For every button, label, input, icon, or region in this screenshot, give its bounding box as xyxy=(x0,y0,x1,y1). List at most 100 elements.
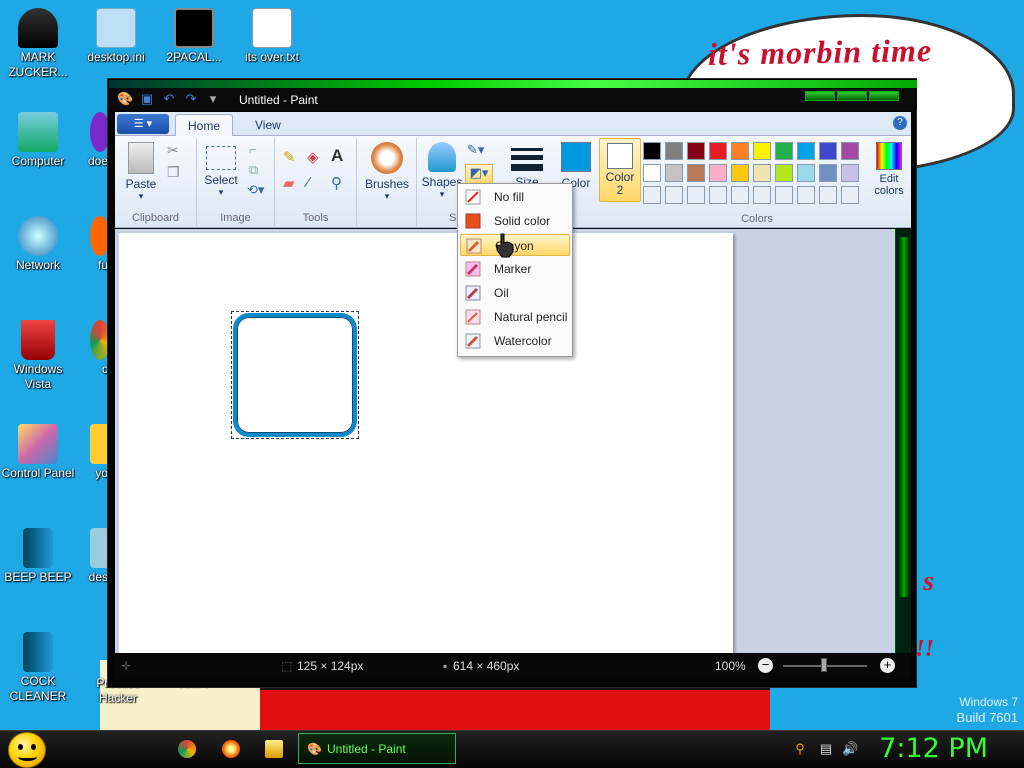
select-icon xyxy=(206,146,236,170)
menu-item-natural-pencil[interactable]: Natural pencil xyxy=(460,306,570,328)
shape-selection-box[interactable] xyxy=(231,311,359,439)
zoom-slider-thumb[interactable] xyxy=(821,658,827,672)
rotate-icon[interactable]: ⟲▾ xyxy=(247,182,264,198)
save-icon[interactable]: ▣ xyxy=(139,91,155,107)
desktop-icon-2pacal[interactable]: 2PACAL... xyxy=(156,8,232,65)
scroll-thumb[interactable] xyxy=(899,237,909,597)
palette-swatch[interactable] xyxy=(665,164,683,182)
desktop-icon-mark-zucker[interactable]: MARK ZUCKER... xyxy=(0,8,76,80)
vertical-scrollbar[interactable] xyxy=(895,229,911,661)
fill-bucket-icon[interactable]: ◈ xyxy=(307,148,319,166)
desktop-icon-cock-cleaner[interactable]: COCK CLEANER xyxy=(0,632,76,704)
palette-swatch[interactable] xyxy=(665,142,683,160)
eraser-icon[interactable]: ▰ xyxy=(283,174,295,192)
palette-swatch[interactable] xyxy=(687,164,705,182)
redo-icon[interactable]: ↷ xyxy=(183,91,199,107)
select-button[interactable]: Select ▾ xyxy=(201,146,241,198)
network-tray-icon[interactable]: ▤ xyxy=(818,741,834,757)
palette-swatch[interactable] xyxy=(709,164,727,182)
tools-label: Tools xyxy=(302,212,329,224)
palette-swatch[interactable] xyxy=(709,142,727,160)
menu-item-solid-color[interactable]: Solid color xyxy=(460,210,570,232)
palette-swatch[interactable] xyxy=(731,142,749,160)
tab-home[interactable]: Home xyxy=(175,114,234,136)
palette-swatch[interactable] xyxy=(643,164,661,182)
palette-swatch[interactable] xyxy=(841,142,859,160)
firefox-icon[interactable] xyxy=(222,740,240,758)
palette-swatch[interactable] xyxy=(819,142,837,160)
resize-icon[interactable]: ⧉ xyxy=(249,162,258,178)
close-button[interactable] xyxy=(869,91,899,101)
customize-qat-icon[interactable]: ▾ xyxy=(205,91,221,107)
desktop-icon-computer[interactable]: Computer xyxy=(0,112,76,169)
pencil-icon[interactable]: ✎ xyxy=(283,148,296,166)
desktop-icon-des[interactable]: des xyxy=(74,528,110,585)
chrome-icon[interactable] xyxy=(178,740,196,758)
undo-icon[interactable]: ↶ xyxy=(161,91,177,107)
custom-color-slot[interactable] xyxy=(819,186,837,204)
custom-color-slot[interactable] xyxy=(687,186,705,204)
paint-menu-button[interactable]: ☰ ▾ xyxy=(117,114,169,134)
edit-colors-button[interactable]: Edit colors xyxy=(869,142,909,197)
custom-color-slot[interactable] xyxy=(753,186,771,204)
custom-color-slot[interactable] xyxy=(643,186,661,204)
clock[interactable]: 7:12 PM xyxy=(879,733,988,764)
desktop-icon-windows-vista[interactable]: Windows Vista xyxy=(0,320,76,392)
desktop-icon-desktop-ini[interactable]: desktop.ini xyxy=(78,8,154,65)
palette-swatch[interactable] xyxy=(797,164,815,182)
palette-swatch[interactable] xyxy=(775,142,793,160)
tab-view[interactable]: View xyxy=(243,114,293,136)
custom-color-slot[interactable] xyxy=(775,186,793,204)
palette-swatch[interactable] xyxy=(797,142,815,160)
menu-item-marker[interactable]: Marker xyxy=(460,258,570,280)
palette-swatch[interactable] xyxy=(753,164,771,182)
custom-color-slot[interactable] xyxy=(709,186,727,204)
paste-button[interactable]: Paste ▾ xyxy=(123,142,159,202)
purple-app-icon xyxy=(90,112,110,152)
desktop-icon-beep-beep[interactable]: BEEP BEEP xyxy=(0,528,76,585)
desktop-icon-fu[interactable]: fu xyxy=(74,216,110,273)
outline-icon[interactable]: ✎▾ xyxy=(467,142,484,158)
palette-swatch[interactable] xyxy=(775,164,793,182)
title-bar[interactable]: 🎨 ▣ ↶ ↷ ▾ Untitled - Paint xyxy=(109,88,917,110)
cut-icon[interactable]: ✂ xyxy=(167,142,179,159)
palette-swatch[interactable] xyxy=(841,164,859,182)
zoom-out-button[interactable]: − xyxy=(758,658,773,673)
zoom-in-button[interactable]: + xyxy=(880,658,895,673)
volume-icon[interactable]: 🔊 xyxy=(842,741,858,757)
minimize-button[interactable] xyxy=(805,91,835,101)
brushes-button[interactable]: Brushes ▾ xyxy=(361,142,413,202)
paint-app-icon[interactable]: 🎨 xyxy=(117,91,133,107)
start-button[interactable] xyxy=(8,732,46,768)
help-icon[interactable]: ? xyxy=(893,116,907,130)
text-icon[interactable]: A xyxy=(331,146,343,166)
desktop-icon-c[interactable]: c xyxy=(74,320,110,377)
custom-color-slot[interactable] xyxy=(797,186,815,204)
palette-swatch[interactable] xyxy=(819,164,837,182)
desktop-icon-its-over[interactable]: its over.txt xyxy=(234,8,310,65)
custom-color-slot[interactable] xyxy=(841,186,859,204)
taskbar-paint-button[interactable]: 🎨 Untitled - Paint xyxy=(298,733,456,764)
palette-swatch[interactable] xyxy=(753,142,771,160)
drawing-canvas[interactable] xyxy=(119,233,733,653)
palette-swatch[interactable] xyxy=(643,142,661,160)
color-picker-icon[interactable]: ⁄ xyxy=(307,174,310,191)
desktop-icon-doe[interactable]: doe xyxy=(74,112,110,169)
crop-icon[interactable]: ⌐ xyxy=(249,142,257,157)
search-icon[interactable]: ⚲ xyxy=(792,741,808,757)
color2-button[interactable]: Color 2 xyxy=(599,138,641,202)
custom-color-slot[interactable] xyxy=(665,186,683,204)
desktop-icon-control-panel[interactable]: Control Panel xyxy=(0,424,76,481)
desktop-icon-network[interactable]: Network xyxy=(0,216,76,273)
palette-swatch[interactable] xyxy=(687,142,705,160)
menu-item-watercolor[interactable]: Watercolor xyxy=(460,330,570,352)
palette-swatch[interactable] xyxy=(731,164,749,182)
menu-item-no-fill[interactable]: No fill xyxy=(460,186,570,208)
custom-color-slot[interactable] xyxy=(731,186,749,204)
copy-icon[interactable]: ❐ xyxy=(167,164,180,181)
magnifier-icon[interactable]: ⚲ xyxy=(331,174,342,192)
maximize-button[interactable] xyxy=(837,91,867,101)
explorer-icon[interactable] xyxy=(265,740,283,758)
menu-item-oil[interactable]: Oil xyxy=(460,282,570,304)
desktop-icon-yo[interactable]: yo xyxy=(74,424,110,481)
